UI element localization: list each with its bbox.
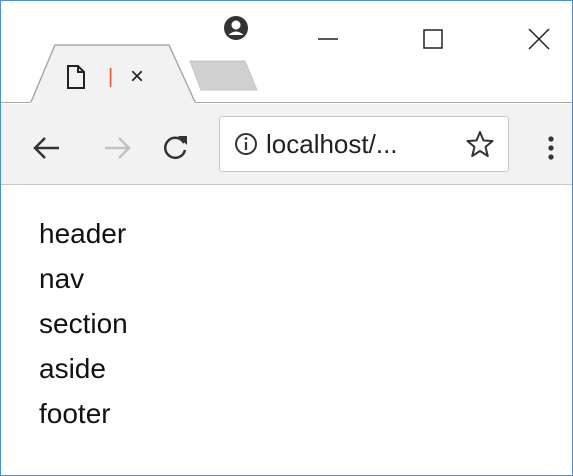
list-item: section	[39, 308, 128, 339]
tab-close-button[interactable]: ×	[124, 64, 150, 90]
kebab-menu-icon[interactable]	[543, 132, 559, 164]
list-item: nav	[39, 263, 85, 294]
star-icon[interactable]	[466, 130, 494, 158]
back-arrow-icon[interactable]	[31, 132, 63, 164]
list-item: footer	[39, 398, 111, 429]
element-list: header nav section aside footer	[39, 211, 128, 436]
forward-arrow-icon[interactable]	[101, 132, 133, 164]
reload-icon[interactable]	[159, 132, 191, 164]
tab-loading-indicator: |	[108, 66, 114, 88]
new-tab-button[interactable]	[189, 60, 258, 91]
info-icon[interactable]	[234, 132, 258, 156]
title-bar: | ×	[1, 1, 572, 104]
address-text[interactable]: localhost/...	[266, 129, 398, 159]
browser-window: | × localhost/... header nav section asi…	[0, 0, 573, 476]
page-content: header nav section aside footer	[1, 185, 572, 475]
close-icon[interactable]	[519, 19, 559, 59]
minimize-icon[interactable]	[308, 19, 348, 59]
profile-icon[interactable]	[223, 15, 249, 41]
address-bar[interactable]: localhost/...	[219, 116, 509, 172]
browser-toolbar: localhost/...	[1, 104, 572, 185]
list-item: header	[39, 218, 127, 249]
maximize-icon[interactable]	[413, 19, 453, 59]
list-item: aside	[39, 353, 106, 384]
document-icon	[67, 65, 85, 89]
